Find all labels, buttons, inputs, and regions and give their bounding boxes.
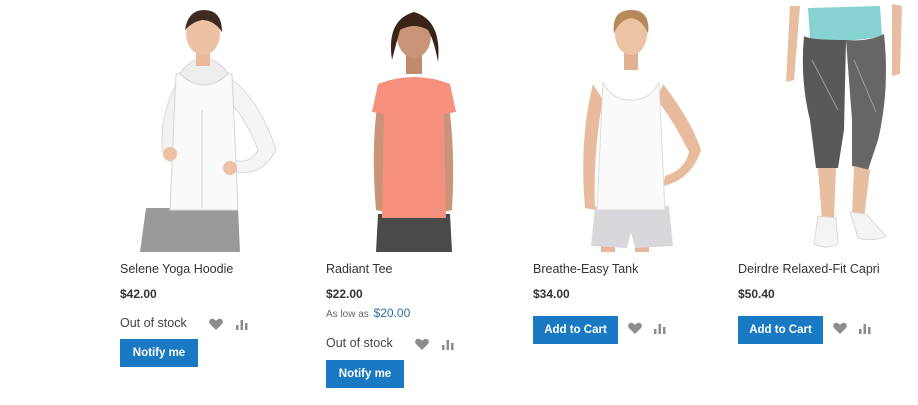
product-image xyxy=(372,12,456,252)
product-image xyxy=(786,4,902,248)
stock-status: Out of stock xyxy=(120,316,187,330)
product-price: $50.40 xyxy=(738,287,775,301)
bar-chart-icon[interactable] xyxy=(857,320,873,336)
product-name[interactable]: Radiant Tee xyxy=(326,262,393,276)
product-name[interactable]: Selene Yoga Hoodie xyxy=(120,262,233,276)
product-photo-link[interactable] xyxy=(523,0,713,252)
product-photo-link[interactable] xyxy=(110,0,300,252)
notify-me-button[interactable]: Notify me xyxy=(326,360,404,388)
product-photo-link[interactable] xyxy=(728,0,918,252)
product-name[interactable]: Deirdre Relaxed-Fit Capri xyxy=(738,262,880,276)
stock-status: Out of stock xyxy=(326,336,393,350)
add-to-cart-button[interactable]: Add to Cart xyxy=(738,316,823,344)
bar-chart-icon[interactable] xyxy=(440,336,456,352)
as-low-as-value: $20.00 xyxy=(373,306,411,320)
as-low-as-label: As low as xyxy=(326,309,369,320)
product-photo-link[interactable] xyxy=(316,0,506,252)
heart-icon[interactable] xyxy=(208,316,224,332)
product-name[interactable]: Breathe-Easy Tank xyxy=(533,262,638,276)
as-low-as-price: As low as $20.00 xyxy=(326,306,410,320)
bar-chart-icon[interactable] xyxy=(234,316,250,332)
add-to-cart-button[interactable]: Add to Cart xyxy=(533,316,618,344)
heart-icon[interactable] xyxy=(627,320,643,336)
product-image xyxy=(583,10,701,252)
heart-icon[interactable] xyxy=(414,336,430,352)
heart-icon[interactable] xyxy=(832,320,848,336)
product-price: $22.00 xyxy=(326,287,363,301)
product-price: $42.00 xyxy=(120,287,157,301)
product-image xyxy=(140,10,277,252)
bar-chart-icon[interactable] xyxy=(652,320,668,336)
notify-me-button[interactable]: Notify me xyxy=(120,339,198,367)
product-price: $34.00 xyxy=(533,287,570,301)
